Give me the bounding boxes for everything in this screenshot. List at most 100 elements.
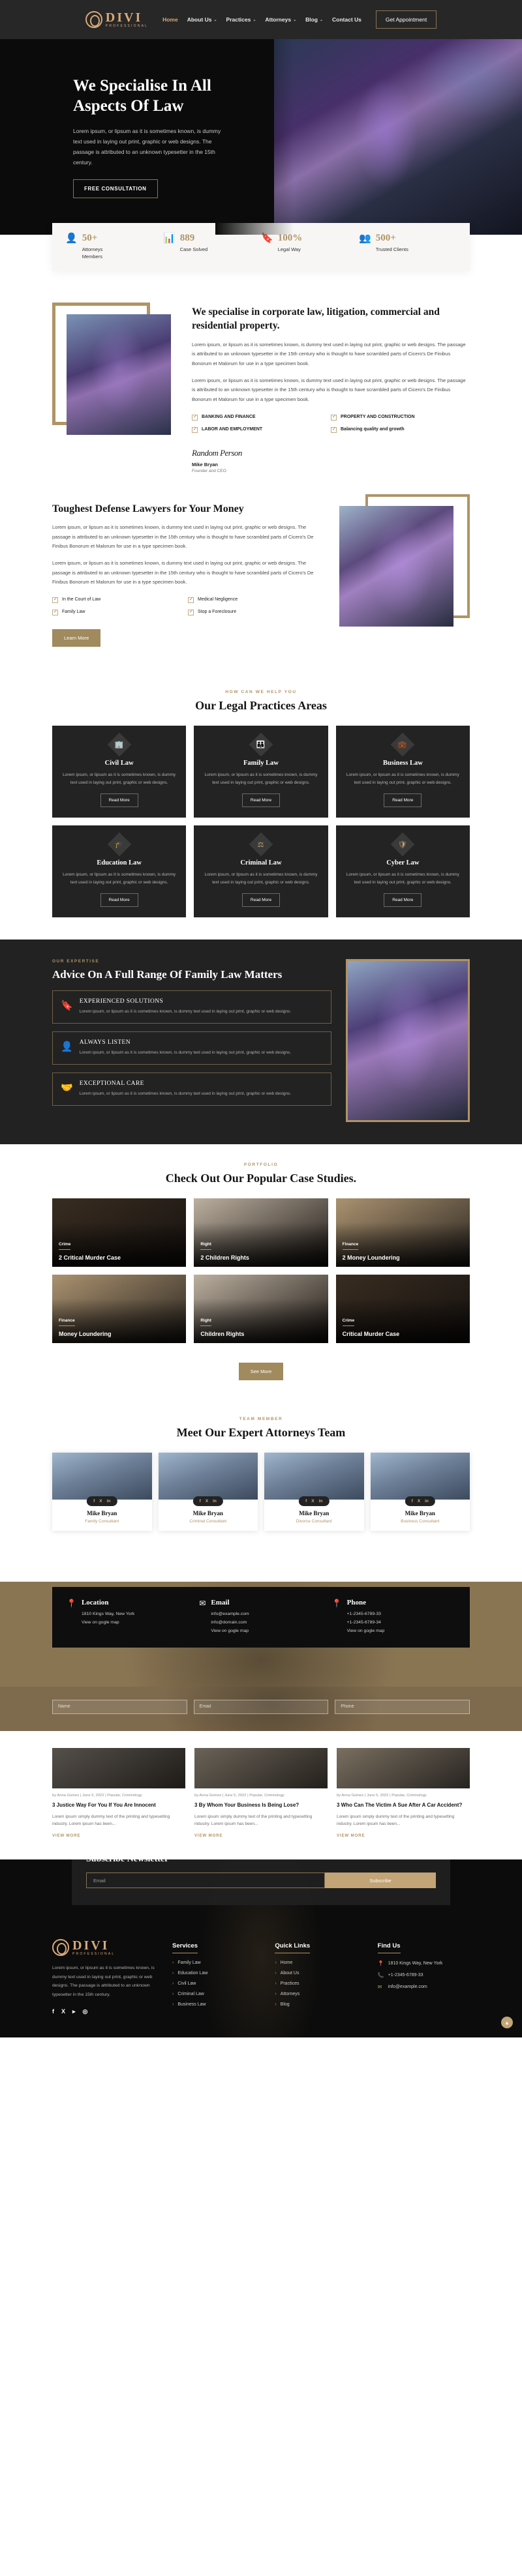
chevron-right-icon: ›	[275, 1961, 277, 1965]
footer-link-item[interactable]: › Education Law	[172, 1971, 264, 1976]
practice-card[interactable]: ⚖ Criminal Law Lorem ipsum, or lipsum as i…	[194, 825, 328, 917]
contact-line[interactable]: info@example.com	[211, 1610, 249, 1619]
footer-link-item[interactable]: › Business Law	[172, 2002, 264, 2007]
footer-link-item[interactable]: 📍 1810 Kings Way, New York	[378, 1961, 470, 1966]
free-consultation-button[interactable]: FREE CONSULTATION	[73, 179, 158, 199]
social-facebook-icon[interactable]: f	[412, 1499, 413, 1503]
read-more-button[interactable]: Read More	[100, 793, 138, 807]
contact-line[interactable]: +1-2345-6789-33	[347, 1610, 385, 1619]
contact-line[interactable]: View on gogle map	[211, 1627, 249, 1636]
social-x-icon[interactable]: X	[206, 1499, 208, 1503]
contact-bar: 📍 Location 1810 Kings Way, New York View on…	[52, 1586, 470, 1648]
expertise-item-text: Lorem ipsum, or lipsum as it is sometime…	[79, 1091, 292, 1096]
nav-item-blog[interactable]: Blog ⌄	[305, 16, 323, 23]
contact-line[interactable]: +1-2345-6789-34	[347, 1619, 385, 1627]
nav-item-label: About Us	[187, 16, 212, 23]
newsletter-email-input[interactable]	[86, 1873, 325, 1888]
blog-view-more-link[interactable]: VIEW MORE	[194, 1833, 223, 1838]
site-logo[interactable]: DIVI PROFESSIONAL	[85, 11, 148, 28]
social-x-icon[interactable]: X	[99, 1499, 102, 1503]
practice-card[interactable]: 🎓 Education Law Lorem ipsum, or lipsum as …	[52, 825, 187, 917]
blog-card[interactable]: by Anna Gomez | June 5, 2022 | Popular, …	[337, 1747, 470, 1840]
blog-view-more-link[interactable]: VIEW MORE	[52, 1833, 80, 1838]
nav-item-label: Home	[162, 16, 178, 23]
blog-card[interactable]: by Anna Gomez | June 5, 2022 | Popular, …	[52, 1747, 185, 1840]
social-linkedin-icon[interactable]: in	[425, 1499, 429, 1503]
social-facebook-icon[interactable]: f	[52, 2008, 54, 2015]
social-facebook-icon[interactable]: f	[93, 1499, 95, 1503]
read-more-button[interactable]: Read More	[384, 893, 422, 907]
practice-card[interactable]: 🛡 Cyber Law Lorem ipsum, or lipsum as it i…	[335, 825, 470, 917]
social-x-icon[interactable]: X	[311, 1499, 314, 1503]
appointment-name-input[interactable]	[52, 1699, 187, 1714]
nav-item-attorneys[interactable]: Attorneys ⌄	[265, 16, 296, 23]
footer-link-item[interactable]: › About Us	[275, 1971, 367, 1976]
stat-item: 📊 889 Case Solved	[163, 233, 261, 261]
portfolio-card[interactable]: Finance 2 Money Loundering	[335, 1198, 470, 1267]
team-card[interactable]: f Xin Mike Bryan Criminal Consultant	[158, 1452, 258, 1531]
portfolio-card[interactable]: Crime Critical Murder Case	[335, 1274, 470, 1343]
team-card[interactable]: f Xin Mike Bryan Family Consultant	[52, 1452, 152, 1531]
social-instagram-icon[interactable]: ◎	[83, 2008, 88, 2015]
contact-line[interactable]: info@domain.com	[211, 1619, 249, 1627]
portfolio-card[interactable]: Finance Money Loundering	[52, 1274, 187, 1343]
social-facebook-icon[interactable]: f	[305, 1499, 307, 1503]
handcuffs-icon: ⚖	[249, 832, 273, 857]
footer-link-item[interactable]: › Home	[275, 1961, 367, 1965]
practice-card[interactable]: 💼 Business Law Lorem ipsum, or lipsum as i…	[335, 725, 470, 818]
footer-link-item[interactable]: ✉ info@example.com	[378, 1984, 470, 1990]
get-appointment-button[interactable]: Get Appointment	[375, 10, 437, 29]
nav-item-about-us[interactable]: About Us ⌄	[187, 16, 217, 23]
blog-card-image	[52, 1747, 185, 1788]
appointment-email-input[interactable]	[193, 1699, 329, 1714]
expertise-item-heading: EXCEPTIONAL CARE	[79, 1080, 144, 1087]
blog-card[interactable]: by Anna Gomez | June 5, 2022 | Popular, …	[194, 1747, 328, 1840]
contact-block: 📍 Location 1810 Kings Way, New York View on…	[67, 1599, 190, 1636]
checklist-label: In the Court of Law	[62, 597, 101, 602]
read-more-button[interactable]: Read More	[241, 893, 281, 907]
team-card[interactable]: f Xin Mike Bryan Business Consultant	[370, 1452, 470, 1531]
portfolio-card[interactable]: Right 2 Children Rights	[194, 1198, 328, 1267]
footer-link-item[interactable]: › Criminal Law	[172, 1992, 264, 1996]
appointment-phone-input[interactable]	[335, 1699, 470, 1714]
read-more-button[interactable]: Read More	[241, 793, 281, 807]
portfolio-card-title: 2 Critical Murder Case	[59, 1254, 121, 1261]
footer-link-item[interactable]: 📞 +1-2345-6789-33	[378, 1972, 470, 1978]
read-more-button[interactable]: Read More	[384, 793, 422, 807]
social-x-icon[interactable]: X	[61, 2008, 65, 2015]
read-more-button[interactable]: Read More	[100, 893, 138, 907]
check-icon	[331, 414, 337, 421]
subscribe-button[interactable]: Subscribe	[325, 1873, 436, 1888]
social-linkedin-icon[interactable]: in	[213, 1499, 217, 1503]
team-member-photo: f Xin	[52, 1452, 152, 1506]
footer-link-item[interactable]: › Blog	[275, 2002, 367, 2007]
contact-line[interactable]: 1810 Kings Way, New York	[82, 1610, 134, 1619]
social-youtube-icon[interactable]: ▸	[72, 2008, 76, 2015]
portfolio-card[interactable]: Right Children Rights	[194, 1274, 328, 1343]
blog-view-more-link[interactable]: VIEW MORE	[337, 1833, 365, 1838]
footer-logo[interactable]: DIVI PROFESSIONAL	[52, 1939, 162, 1956]
main-navigation: Home About Us ⌄ Practices ⌄ Attorneys ⌄ Blog ⌄ Co…	[162, 16, 361, 23]
practice-card[interactable]: 🏢 Civil Law Lorem ipsum, or lipsum as it i…	[52, 725, 187, 818]
contact-line[interactable]: View on gogle map	[347, 1627, 385, 1636]
social-x-icon[interactable]: X	[418, 1499, 420, 1503]
footer-link-item[interactable]: › Civil Law	[172, 1981, 264, 1986]
footer-link-item[interactable]: › Practices	[275, 1981, 367, 1986]
portfolio-card[interactable]: Crime 2 Critical Murder Case	[52, 1198, 187, 1267]
practice-card[interactable]: 👪 Family Law Lorem ipsum, or lipsum as it …	[194, 725, 328, 818]
portfolio-card-title: 2 Children Rights	[200, 1254, 249, 1261]
learn-more-button[interactable]: Learn More	[52, 629, 101, 647]
blog-card-meta: by Anna Gomez | June 5, 2022 | Popular, …	[337, 1793, 427, 1798]
see-more-button[interactable]: See More	[238, 1362, 284, 1380]
nav-item-practices[interactable]: Practices ⌄	[226, 16, 256, 23]
social-linkedin-icon[interactable]: in	[107, 1499, 111, 1503]
footer-link-item[interactable]: › Family Law	[172, 1961, 264, 1965]
footer-contact-text: +1-2345-6789-33	[388, 1973, 423, 1977]
footer-link-item[interactable]: › Attorneys	[275, 1992, 367, 1996]
nav-item-contact-us[interactable]: Contact Us	[332, 16, 361, 23]
nav-item-home[interactable]: Home	[162, 16, 178, 23]
social-facebook-icon[interactable]: f	[200, 1499, 201, 1503]
social-linkedin-icon[interactable]: in	[319, 1499, 323, 1503]
contact-line[interactable]: View on gogle map	[82, 1619, 134, 1627]
team-card[interactable]: f Xin Mike Bryan Divorce Consultant	[264, 1452, 364, 1531]
